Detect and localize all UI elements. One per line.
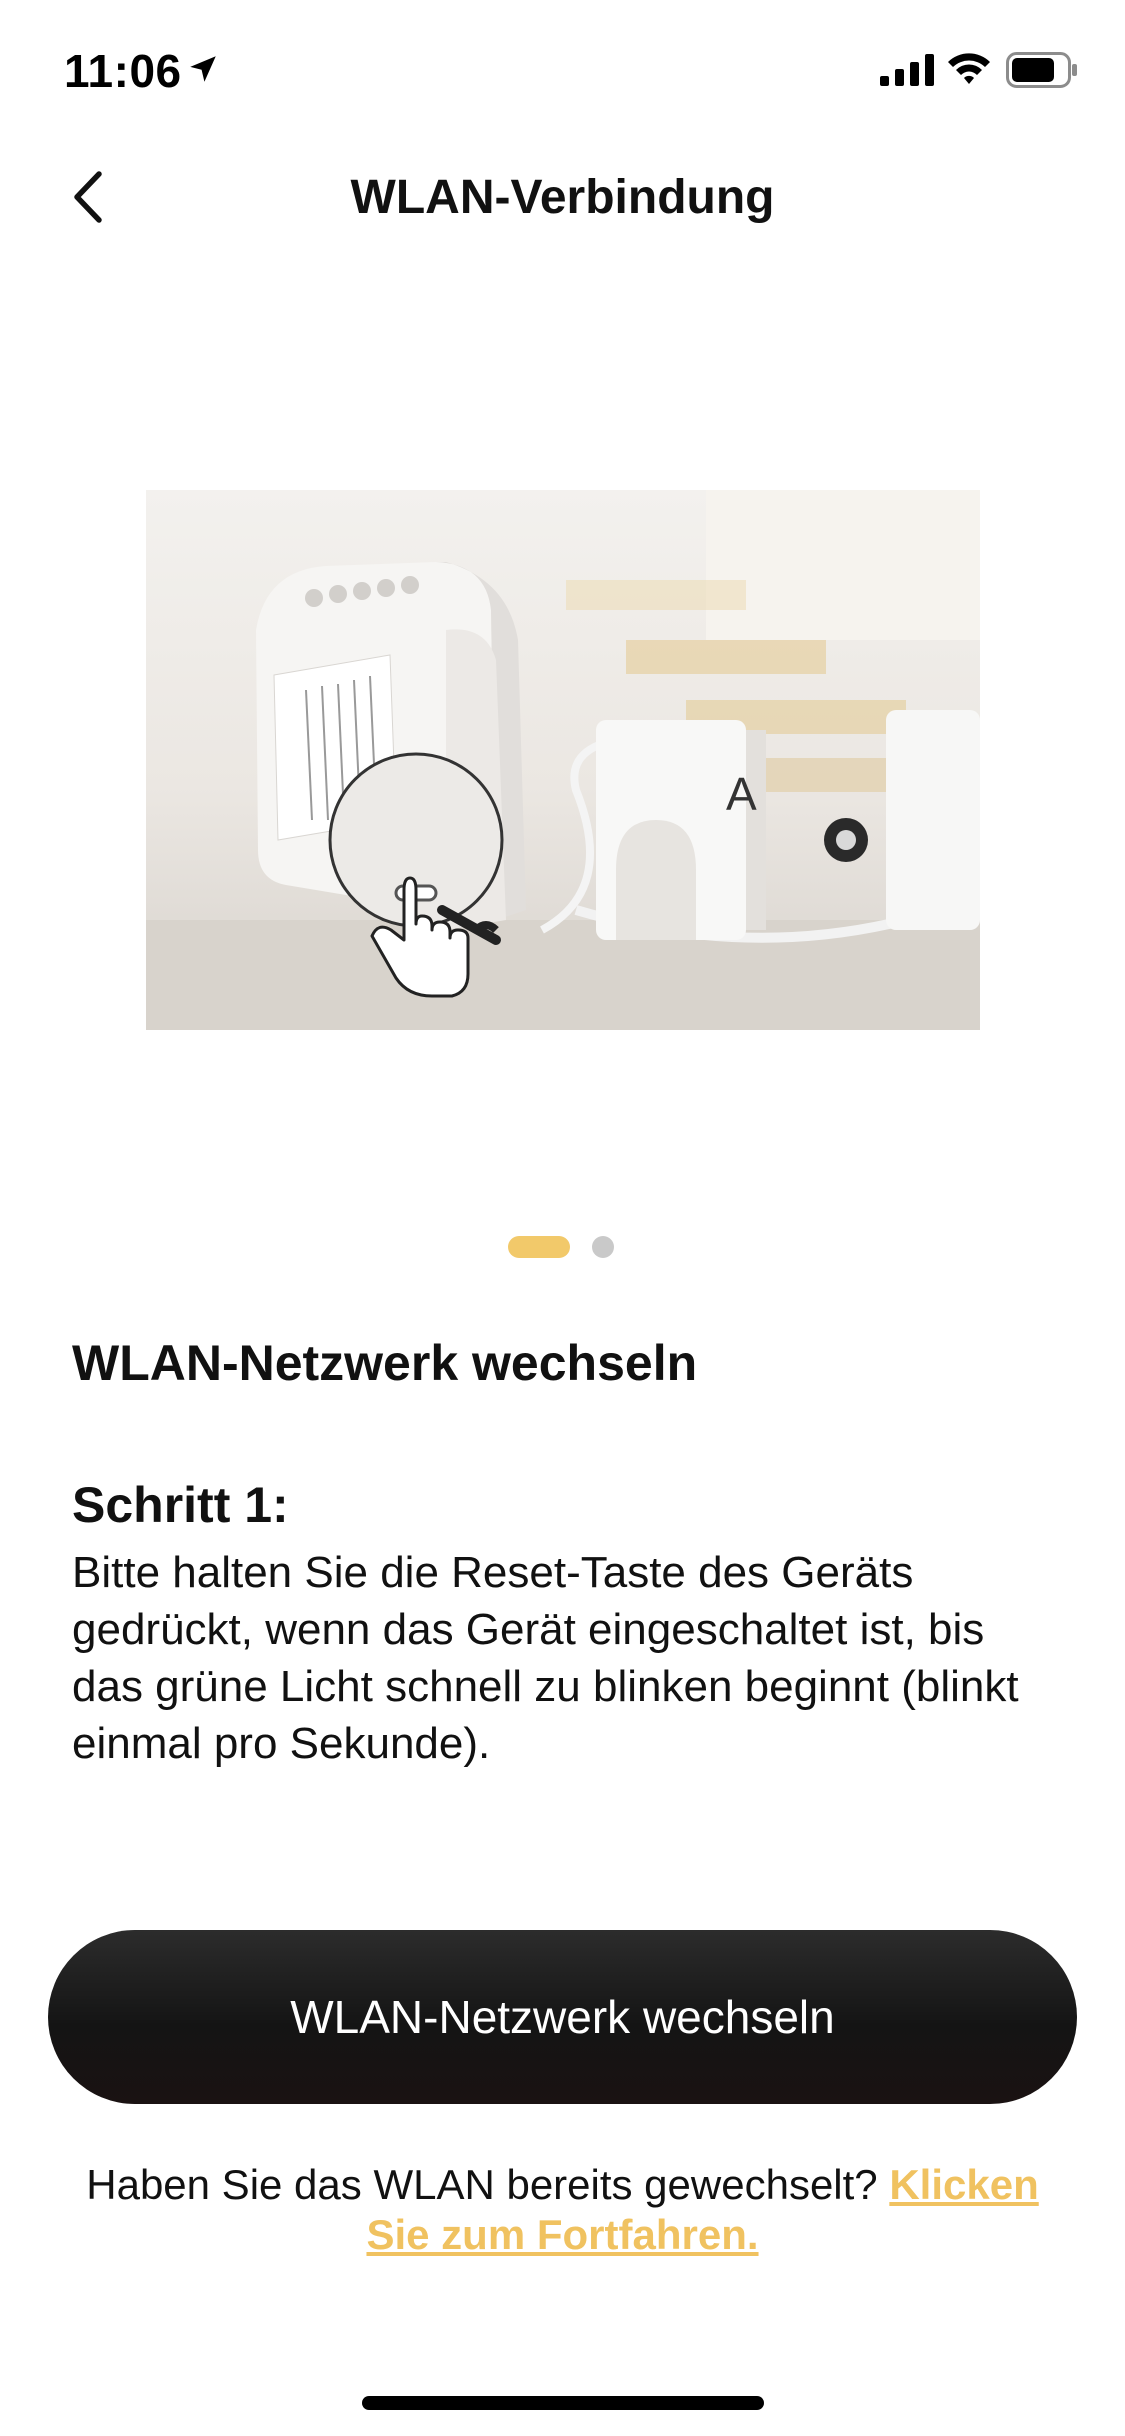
page-indicator: [0, 1236, 1125, 1260]
page-dot[interactable]: [592, 1236, 614, 1258]
change-wifi-button[interactable]: WLAN-Netzwerk wechseln: [48, 1930, 1077, 2104]
footer-question: Haben Sie das WLAN bereits gewechselt?: [86, 2161, 890, 2208]
page-title: WLAN-Verbindung: [350, 171, 775, 224]
wifi-icon: [948, 53, 990, 84]
battery-icon: [1006, 52, 1077, 88]
location-arrow-icon: [190, 56, 216, 82]
footer-prompt: Haben Sie das WLAN bereits gewechselt? K…: [60, 2160, 1065, 2260]
step-description: Bitte halten Sie die Reset-Taste des Ger…: [72, 1548, 1019, 1768]
device-illustration: A: [146, 490, 980, 1030]
status-time: 11:06: [64, 45, 182, 97]
status-bar: 11:06: [0, 0, 1125, 140]
nav-bar: WLAN-Verbindung: [0, 140, 1125, 260]
step-title: Schritt 1:: [72, 1477, 289, 1533]
cellular-signal-icon: [880, 54, 934, 86]
home-indicator[interactable]: [362, 2396, 764, 2410]
change-wifi-button-label: WLAN-Netzwerk wechseln: [290, 1991, 835, 2043]
device-reset-photo: A: [146, 490, 980, 1030]
page-dot-active[interactable]: [508, 1236, 570, 1258]
section-title: WLAN-Netzwerk wechseln: [72, 1335, 698, 1391]
clamp-label-a: A: [726, 768, 757, 820]
